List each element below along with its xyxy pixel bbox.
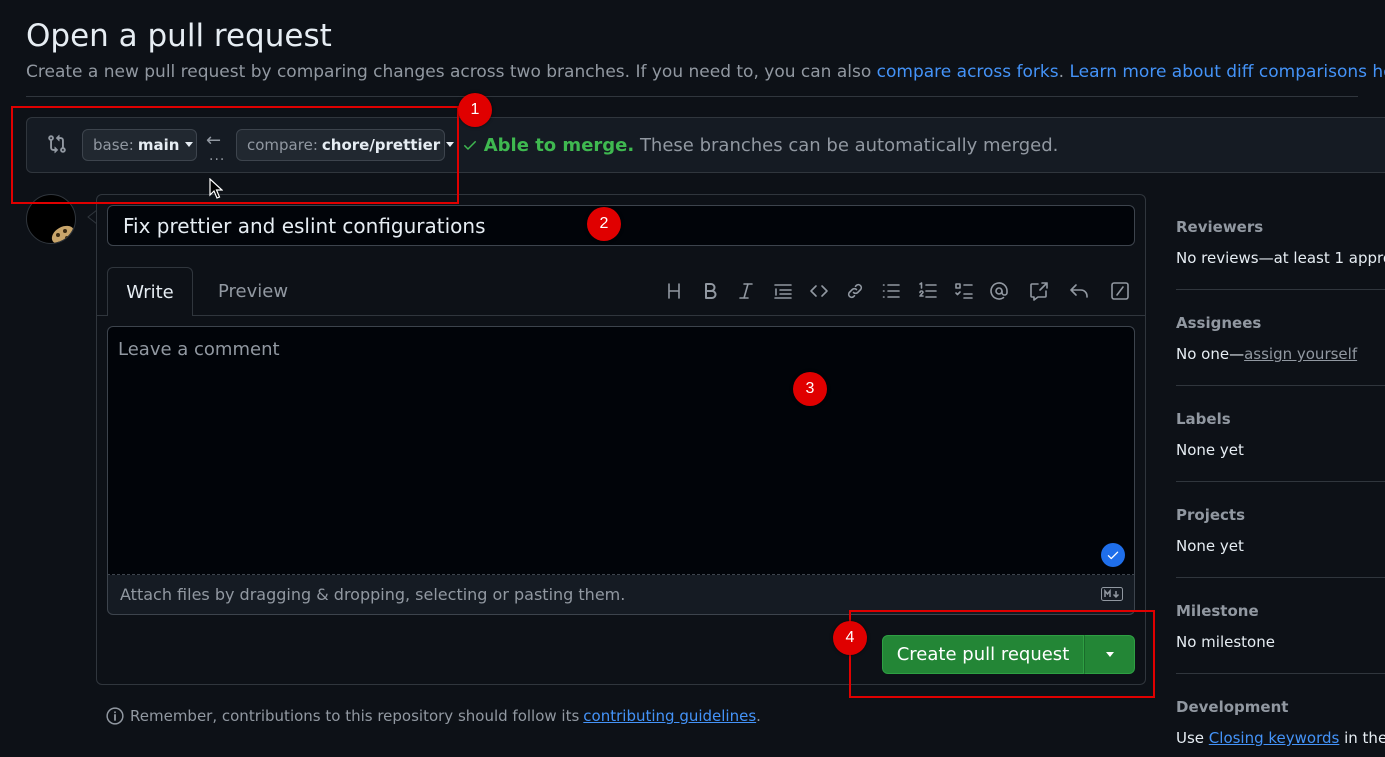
sidebar-divider bbox=[1176, 673, 1385, 674]
milestone-value: No milestone bbox=[1176, 633, 1275, 651]
projects-value: None yet bbox=[1176, 537, 1244, 555]
sidebar-divider bbox=[1176, 577, 1385, 578]
saved-reply-icon[interactable] bbox=[1068, 280, 1090, 302]
attach-files-text: Attach files by dragging & dropping, sel… bbox=[120, 585, 626, 604]
italic-icon[interactable] bbox=[735, 280, 757, 302]
task-list-icon[interactable] bbox=[953, 280, 975, 302]
compare-forks-link[interactable]: compare across forks bbox=[877, 62, 1059, 82]
development-value: Use Closing keywords in the d bbox=[1176, 729, 1385, 747]
annotation-badge-3: 3 bbox=[793, 372, 827, 406]
sidebar-divider bbox=[1176, 289, 1385, 290]
code-icon[interactable] bbox=[808, 280, 830, 302]
merge-status-message: These branches can be automatically merg… bbox=[639, 135, 1059, 156]
mouse-cursor-icon bbox=[209, 178, 223, 199]
closing-keywords-link[interactable]: Closing keywords bbox=[1209, 729, 1340, 747]
subtitle-text: Create a new pull request by comparing c… bbox=[26, 62, 877, 82]
ordered-list-icon[interactable] bbox=[917, 280, 939, 302]
assignees-heading[interactable]: Assignees bbox=[1176, 314, 1261, 332]
labels-heading[interactable]: Labels bbox=[1176, 410, 1231, 428]
development-heading: Development bbox=[1176, 698, 1289, 716]
contributing-notice-text: Remember, contributions to this reposito… bbox=[130, 707, 580, 725]
grammar-check-icon[interactable] bbox=[1101, 543, 1125, 567]
bold-icon[interactable] bbox=[699, 280, 721, 302]
projects-heading[interactable]: Projects bbox=[1176, 506, 1245, 524]
contributing-guidelines-link[interactable]: contributing guidelines bbox=[583, 707, 756, 725]
tabs-divider bbox=[97, 315, 1145, 316]
sidebar-divider bbox=[1176, 385, 1385, 386]
title-input[interactable] bbox=[107, 205, 1135, 246]
slash-command-icon[interactable] bbox=[1109, 280, 1131, 302]
labels-value: None yet bbox=[1176, 441, 1244, 459]
markdown-icon[interactable] bbox=[1101, 587, 1123, 601]
reviewers-heading[interactable]: Reviewers bbox=[1176, 218, 1263, 236]
annotation-badge-1: 1 bbox=[458, 93, 492, 127]
annotation-badge-2: 2 bbox=[587, 207, 621, 241]
page-subtitle: Create a new pull request by comparing c… bbox=[26, 62, 1385, 82]
annotation-box-4 bbox=[849, 610, 1155, 698]
comment-textarea[interactable] bbox=[107, 326, 1135, 575]
milestone-heading[interactable]: Milestone bbox=[1176, 602, 1259, 620]
sidebar-divider bbox=[1176, 481, 1385, 482]
quote-icon[interactable] bbox=[772, 280, 794, 302]
header-divider bbox=[26, 96, 1358, 97]
heading-icon[interactable] bbox=[663, 280, 685, 302]
assign-yourself-link[interactable]: assign yourself bbox=[1244, 345, 1357, 363]
unordered-list-icon[interactable] bbox=[880, 280, 902, 302]
merge-status: Able to merge. These branches can be aut… bbox=[462, 135, 1058, 156]
annotation-box-1 bbox=[11, 106, 459, 204]
tab-write[interactable]: Write bbox=[107, 267, 193, 316]
merge-status-label: Able to merge. bbox=[483, 135, 635, 156]
info-icon bbox=[106, 707, 124, 725]
learn-more-link[interactable]: Learn more about diff comparisons here bbox=[1069, 62, 1385, 82]
tab-preview[interactable]: Preview bbox=[218, 281, 288, 302]
mention-icon[interactable] bbox=[988, 280, 1010, 302]
cross-reference-icon[interactable] bbox=[1028, 280, 1050, 302]
contributing-notice: Remember, contributions to this reposito… bbox=[106, 707, 761, 725]
annotation-badge-4: 4 bbox=[833, 621, 867, 655]
assignees-value: No one—assign yourself bbox=[1176, 345, 1358, 363]
reviewers-value: No reviews—at least 1 approv bbox=[1176, 249, 1385, 267]
page-title: Open a pull request bbox=[26, 18, 332, 54]
link-icon[interactable] bbox=[844, 280, 866, 302]
check-icon bbox=[464, 141, 476, 150]
